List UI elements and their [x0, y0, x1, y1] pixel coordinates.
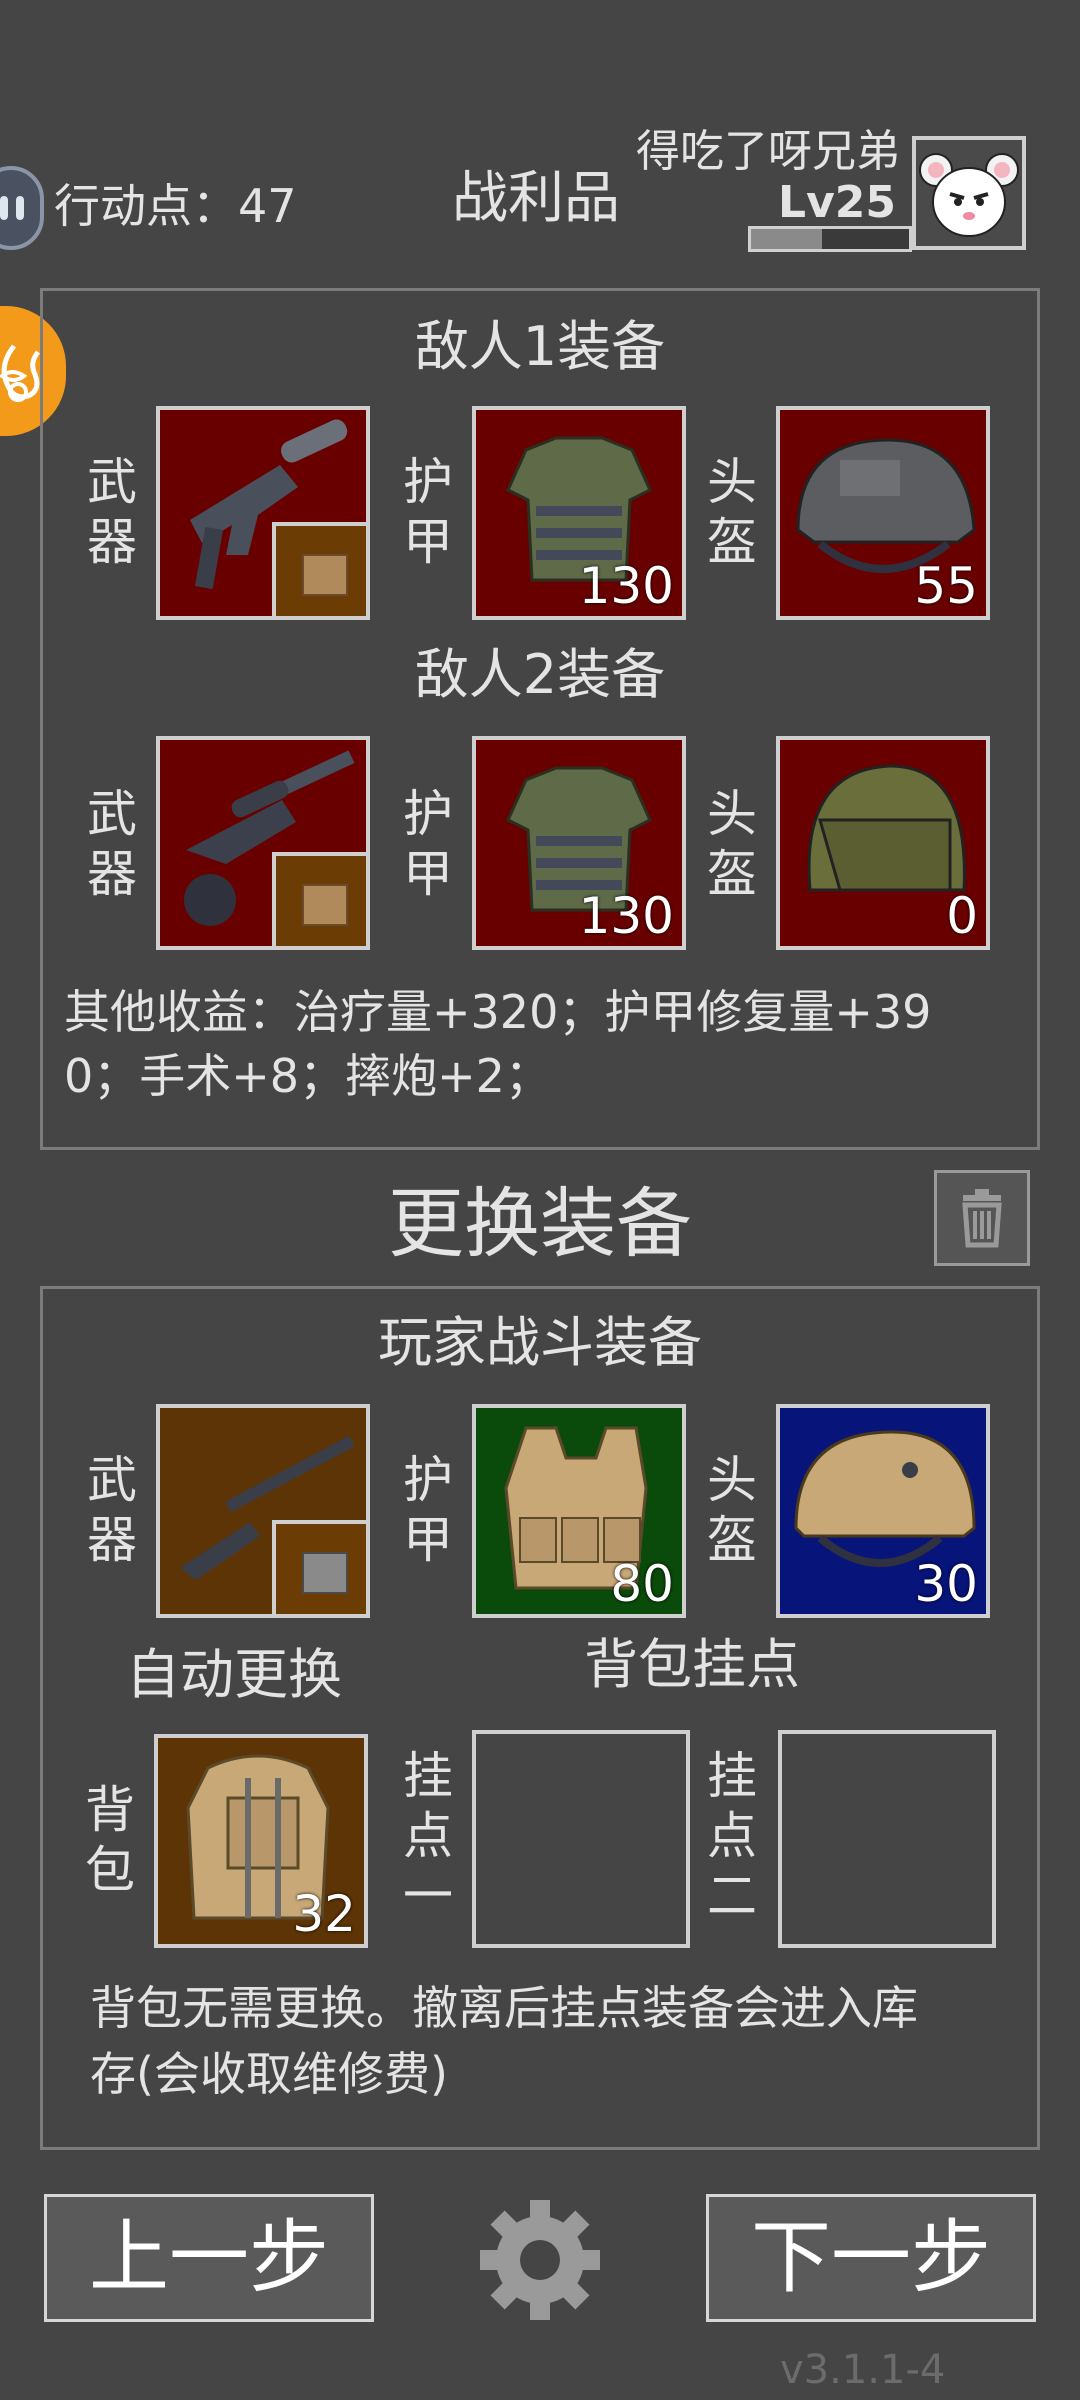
settings-button[interactable] [474, 2194, 606, 2326]
action-points: 行动点：47 [54, 179, 297, 233]
player-helmet-slot[interactable]: 30 [776, 1404, 990, 1618]
gear-icon [480, 2200, 600, 2320]
enemy2-title: 敌人2装备 [414, 643, 666, 706]
helmet-label: 头盔 [707, 785, 757, 903]
armor-durability: 130 [578, 887, 674, 945]
mount2-label: 挂点二 [707, 1747, 757, 1925]
enemy1-armor-slot[interactable]: 130 [472, 406, 686, 620]
mount1-slot[interactable] [472, 1730, 690, 1948]
enemy2-armor-slot[interactable]: 130 [472, 736, 686, 950]
helmet-label: 头盔 [707, 453, 757, 571]
helmet-durability: 0 [946, 887, 978, 945]
enemy1-title: 敌人1装备 [414, 315, 666, 378]
enemy1-helmet-slot[interactable]: 55 [776, 406, 990, 620]
backpack-capacity: 32 [292, 1885, 356, 1943]
helmet-durability: 55 [914, 557, 978, 615]
weapon-label: 武器 [87, 1451, 137, 1569]
player-equipment-title: 玩家战斗装备 [378, 1311, 702, 1374]
backpack-label: 背包 [85, 1781, 135, 1899]
weapon-label: 武器 [87, 453, 137, 571]
trash-button[interactable] [934, 1170, 1030, 1266]
helmet-durability: 30 [914, 1555, 978, 1613]
enemy2-weapon-slot[interactable] [156, 736, 370, 950]
player-armor-slot[interactable]: 80 [472, 1404, 686, 1618]
backpack-mounts-title: 背包挂点 [584, 1633, 800, 1696]
enemy1-weapon-slot[interactable] [156, 406, 370, 620]
change-equipment-title: 更换装备 [388, 1179, 692, 1268]
enemy2-helmet-slot[interactable]: 0 [776, 736, 990, 950]
armor-durability: 130 [578, 557, 674, 615]
ammo-crate-slot [272, 852, 366, 946]
menu-pill-icon[interactable] [0, 166, 44, 250]
other-gains-line1: 其他收益：治疗量+320；护甲修复量+39 [64, 985, 932, 1039]
backpack-note-line2: 存(会收取维修费) [90, 2047, 448, 2101]
xp-bar [748, 226, 912, 252]
ammo-crate-slot [272, 522, 366, 616]
other-gains-line2: 0；手术+8；摔炮+2； [64, 1049, 551, 1103]
player-level: Lv25 [778, 177, 896, 228]
mount2-slot[interactable] [778, 1730, 996, 1948]
backpack-note-line1: 背包无需更换。撤离后挂点装备会进入库 [90, 1981, 918, 2035]
page-title: 战利品 [452, 166, 620, 231]
armor-durability: 80 [610, 1555, 674, 1613]
weapon-label: 武器 [87, 785, 137, 903]
avatar[interactable] [912, 136, 1026, 250]
version-label: v3.1.1-4 [780, 2347, 946, 2393]
xp-bar-fill [751, 229, 823, 249]
armor-label: 护甲 [403, 785, 453, 903]
trash-icon [962, 1189, 1002, 1248]
armor-label: 护甲 [403, 453, 453, 571]
previous-step-button[interactable]: 上一步 [44, 2194, 374, 2322]
auto-replace-button[interactable]: 自动更换 [126, 1640, 342, 1710]
mount1-label: 挂点一 [403, 1747, 453, 1925]
backpack-slot[interactable]: 32 [154, 1734, 368, 1948]
next-step-button[interactable]: 下一步 [706, 2194, 1036, 2322]
player-weapon-slot[interactable] [156, 1404, 370, 1618]
ammo-crate-slot [272, 1520, 366, 1614]
armor-label: 护甲 [403, 1451, 453, 1569]
helmet-label: 头盔 [707, 1451, 757, 1569]
player-name: 得吃了呀兄弟 [636, 126, 900, 177]
